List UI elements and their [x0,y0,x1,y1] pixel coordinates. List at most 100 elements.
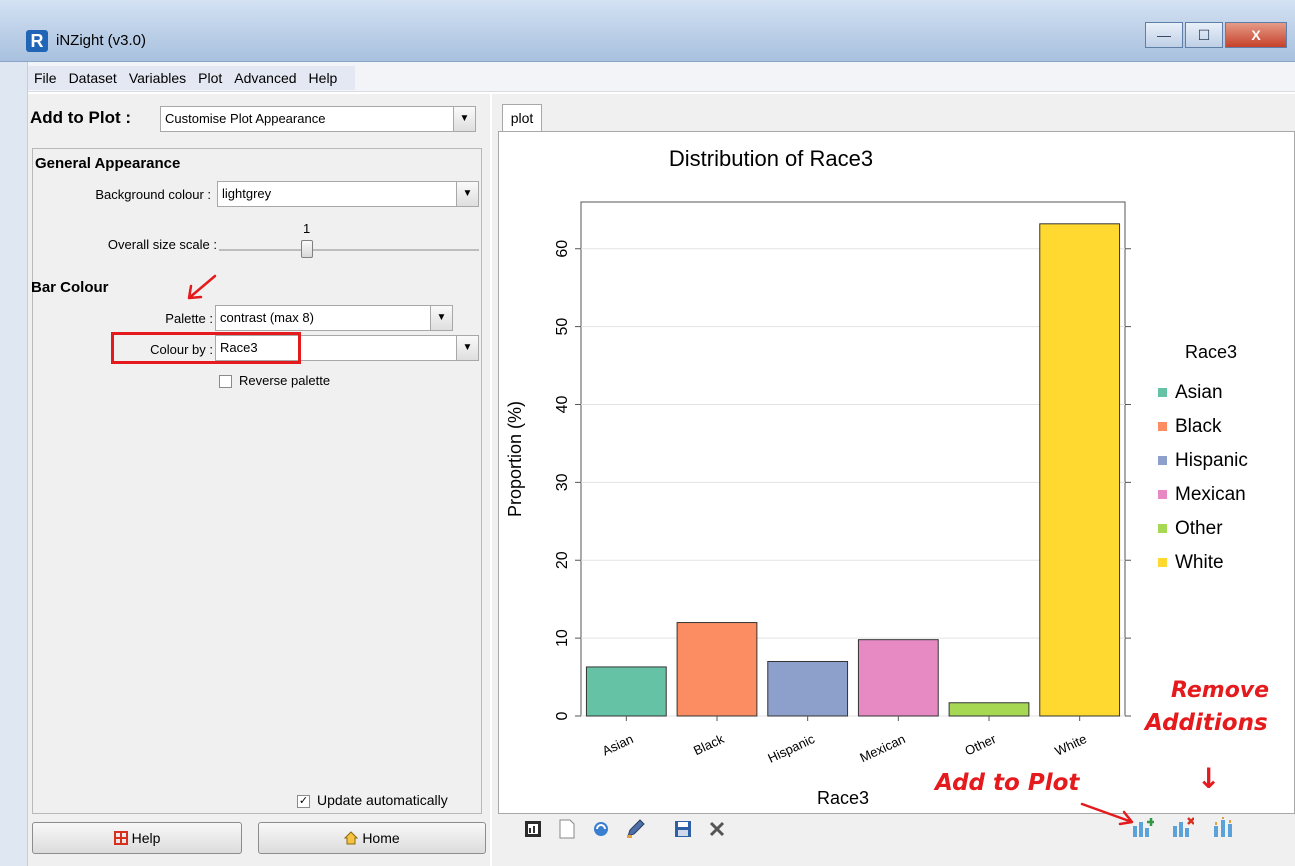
menu-items: File Dataset Variables Plot Advanced Hel… [28,66,356,90]
background-colour-select[interactable]: lightgrey ▼ [217,181,479,207]
chevron-down-icon[interactable]: ▼ [453,107,475,131]
bar-black [676,622,758,717]
menu-file[interactable]: File [34,68,57,88]
window-left-edge [0,62,28,866]
palette-value: contrast (max 8) [220,310,314,325]
legend-swatch [1158,456,1167,465]
annotation-arrow-down: ↓ [1197,762,1221,795]
remove-additions-annotation-line2: Additions [1145,710,1268,736]
size-scale-slider[interactable] [301,240,313,258]
menu-dataset[interactable]: Dataset [69,68,117,88]
add-to-plot-select[interactable]: Customise Plot Appearance ▼ [160,106,476,132]
legend-label: Other [1175,518,1223,539]
save-icon[interactable] [672,818,694,840]
update-automatically-checkbox[interactable]: ✓ [297,795,310,808]
reverse-palette-checkbox[interactable] [219,375,232,388]
bar-other [948,702,1030,717]
plot-frame: Distribution of Race3 0 10 20 30 40 50 60 Asia… [498,131,1295,814]
home-button-label: Home [362,830,400,846]
menu-plot[interactable]: Plot [198,68,222,88]
y-tick-label: 40 [554,395,571,413]
legend-label: Asian [1175,382,1223,403]
legend-label: Black [1175,416,1222,437]
edit-icon[interactable] [624,818,646,840]
help-button-label: Help [131,830,161,846]
chevron-down-icon[interactable]: ▼ [456,182,478,206]
bar-hispanic [767,660,849,717]
y-tick-label: 30 [554,473,571,491]
annotation-arrow-palette [187,274,217,300]
x-tick-label: Other [962,731,998,759]
inference-icon[interactable] [1212,816,1234,838]
x-axis-label: Race3 [817,788,869,808]
close-icon[interactable] [706,818,728,840]
home-icon [344,831,359,845]
legend-swatch [1158,490,1167,499]
y-tick-label: 10 [554,629,571,647]
add-to-plot-row: Add to Plot : [30,108,139,128]
remove-additions-icon[interactable] [1172,816,1194,838]
colour-by-highlight-box [111,332,301,364]
chevron-down-icon[interactable]: ▼ [456,336,478,360]
legend-label: White [1175,552,1224,573]
remove-additions-annotation-line1: Remove [1171,678,1270,703]
bar-white [1039,223,1121,717]
size-scale-value: 1 [303,221,311,236]
blank-page-icon[interactable] [556,818,578,840]
options-group: General Appearance Background colour : l… [31,148,482,814]
x-axis-ticks: Asian Black Hispanic Mexican Other White [600,716,1089,766]
x-tick-label: White [1052,731,1088,759]
size-scale-label: Overall size scale : [107,237,217,252]
bar-asian [585,666,667,717]
y-tick-label: 60 [554,240,571,258]
palette-label: Palette : [165,311,213,326]
add-to-plot-annotation: Add to Plot [935,770,1080,796]
legend-swatch [1158,524,1167,533]
help-button[interactable]: Help [32,822,242,854]
window-title: iNZight (v3.0) [56,32,147,49]
left-control-panel: Add to Plot : Customise Plot Appearance … [28,94,490,866]
refresh-icon[interactable] [590,818,612,840]
background-colour-value: lightgrey [222,186,272,201]
menu-help[interactable]: Help [309,68,338,88]
new-plot-icon[interactable] [522,818,544,840]
annotation-arrow-add-to-plot [1080,802,1134,826]
background-colour-label: Background colour : [95,187,211,202]
add-to-plot-select-value: Customise Plot Appearance [165,111,326,126]
x-tick-label: Mexican [857,731,907,765]
x-tick-label: Black [691,731,727,758]
y-tick-label: 20 [554,551,571,569]
maximize-button[interactable]: ☐ [1185,22,1223,48]
legend-swatch [1158,558,1167,567]
add-to-plot-label: Add to Plot : [30,108,132,127]
chart-title: Distribution of Race3 [669,146,873,171]
y-tick-label: 50 [554,318,571,336]
legend-title: Race3 [1185,342,1237,362]
menu-advanced[interactable]: Advanced [234,68,296,88]
home-button[interactable]: Home [258,822,486,854]
legend-label: Mexican [1175,484,1246,505]
close-window-button[interactable]: X [1225,22,1287,48]
palette-select[interactable]: contrast (max 8) ▼ [215,305,453,331]
window-controls: — ☐ X [1143,22,1287,48]
x-tick-label: Asian [600,731,636,758]
window-titlebar: R iNZight (v3.0) — ☐ X [0,0,1295,62]
minimize-button[interactable]: — [1145,22,1183,48]
bar-colour-title: Bar Colour [31,279,109,296]
x-tick-label: Hispanic [765,731,817,766]
chevron-down-icon[interactable]: ▼ [430,306,452,330]
legend-label: Hispanic [1175,450,1248,471]
legend-swatch [1158,388,1167,397]
legend-swatch [1158,422,1167,431]
help-lifebuoy-icon [113,831,128,845]
menubar: File Dataset Variables Plot Advanced Hel… [0,62,1295,92]
general-appearance-title: General Appearance [35,155,181,172]
plot-additions-toolbar [1132,816,1252,838]
y-tick-label: 0 [554,711,571,720]
update-automatically-label: Update automatically [317,792,448,808]
bar-mexican [857,639,939,717]
legend: Asian Black Hispanic Mexican Other White [1158,382,1248,573]
menu-variables[interactable]: Variables [129,68,186,88]
tab-plot[interactable]: plot [502,104,542,132]
r-app-icon: R [26,30,48,52]
